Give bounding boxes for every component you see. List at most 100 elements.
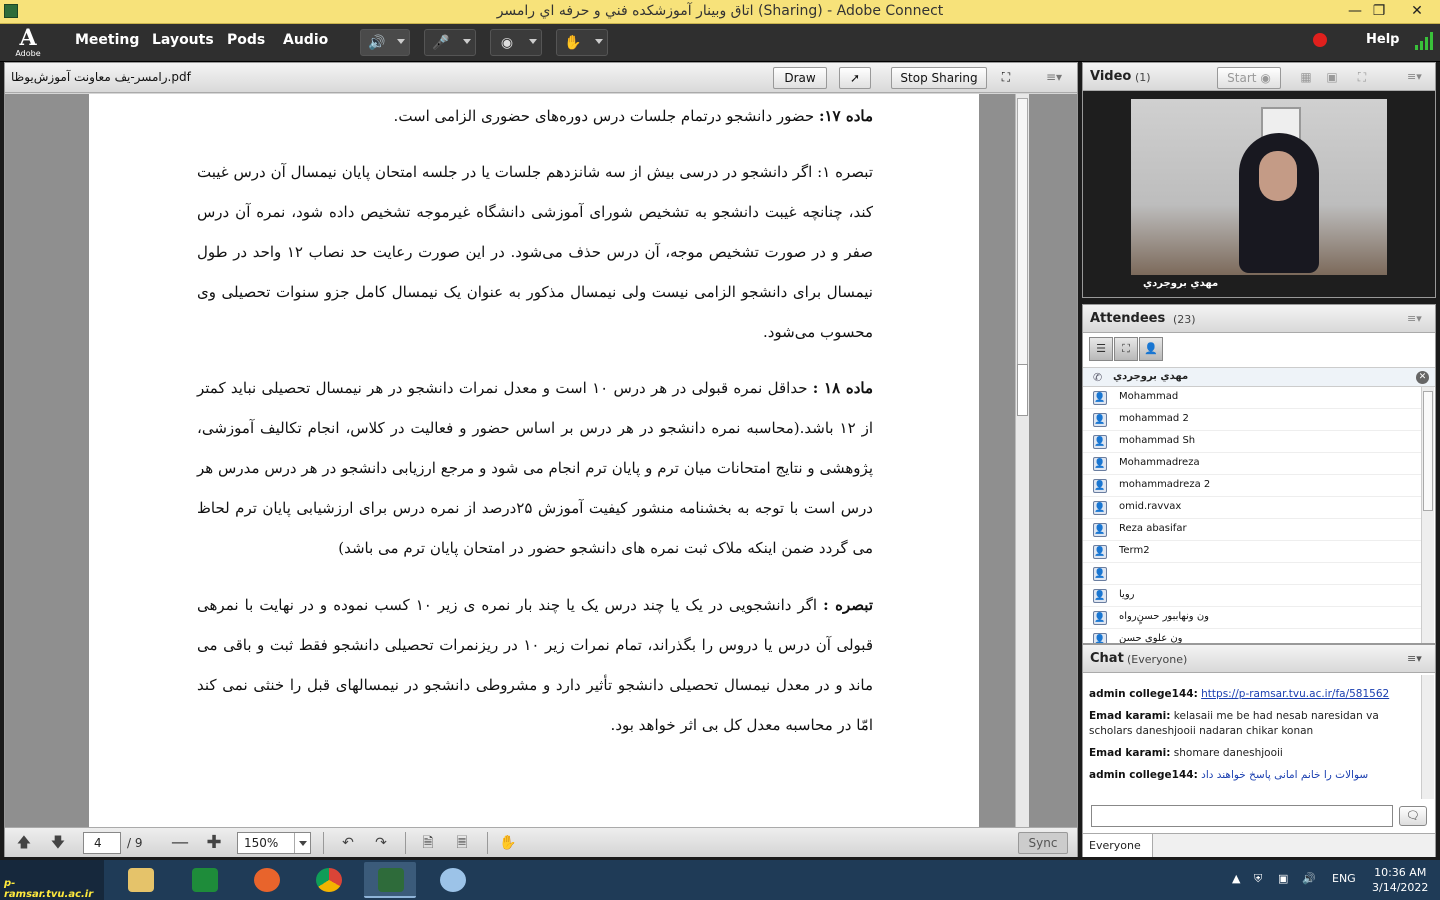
list-item[interactable]: 👤 mohammad 2 [1083, 409, 1421, 431]
list-item[interactable]: 👤 Mohammad [1083, 387, 1421, 409]
zoom-select[interactable]: 150% [237, 832, 311, 854]
start-video-button[interactable]: Start ◉ [1217, 67, 1281, 89]
menu-help[interactable]: Help [1366, 32, 1399, 47]
share-pod: رامسر-یف معاونت آموزش‌یوظا.pdf Draw ➚ St… [4, 62, 1078, 857]
chevron-down-icon[interactable] [595, 39, 603, 44]
maximize-button[interactable]: ❐ [1362, 0, 1396, 24]
hand-icon: ✋ [499, 835, 517, 851]
chat-input[interactable] [1091, 805, 1393, 827]
tray-network-icon[interactable]: ▣ [1278, 872, 1288, 885]
first-page-button[interactable]: 🡅 [15, 834, 33, 852]
user-icon: 👤 [1093, 435, 1107, 449]
tray-security-icon[interactable]: ⛨ [1254, 872, 1262, 886]
multi-page-button[interactable]: 🗏 [453, 834, 471, 852]
tray-chevron-icon[interactable]: ▲ [1232, 872, 1240, 885]
recording-indicator[interactable] [1313, 33, 1327, 47]
minus-icon: — [171, 832, 189, 853]
list-item[interactable]: 👤 Mohammadreza [1083, 453, 1421, 475]
chevron-down-icon[interactable] [529, 39, 537, 44]
hamburger-icon: ≡▾ [1045, 70, 1063, 84]
menu-layouts[interactable]: Layouts [152, 32, 214, 48]
fullscreen-button[interactable]: ⛶ [993, 67, 1019, 89]
document-viewer[interactable]: ماده ۱۷: حضور دانشجو درتمام جلسات درس دو… [5, 94, 1077, 827]
list-item[interactable]: 👤 Term2 [1083, 541, 1421, 563]
video-fullscreen-button[interactable]: ⛶ [1351, 67, 1373, 89]
role-view-icon[interactable]: 👤 [1139, 337, 1163, 361]
close-icon[interactable]: ✕ [1416, 371, 1429, 384]
zoom-in-button[interactable]: ✚ [205, 834, 223, 852]
menu-audio[interactable]: Audio [283, 32, 328, 48]
list-item[interactable]: 👤 [1083, 563, 1421, 585]
taskbar-adobe-connect[interactable] [364, 862, 416, 898]
webcam-toggle[interactable]: ◉ [490, 29, 542, 56]
toolbar-divider [323, 832, 324, 854]
attendee-list-scrollbar[interactable] [1421, 387, 1434, 643]
video-pod-title: Video [1090, 69, 1132, 84]
start-button[interactable]: p-ramsar.tvu.ac.ir [0, 860, 104, 900]
pointer-tool-button[interactable]: ➚ [839, 67, 871, 89]
fullscreen-icon: ⛶ [1357, 70, 1367, 84]
sync-button[interactable]: Sync [1018, 832, 1068, 854]
chat-messages: admin college144: https://p-ramsar.tvu.a… [1089, 687, 1419, 790]
grid-view-button[interactable]: ▦ [1295, 67, 1317, 89]
taskbar-paint[interactable] [426, 862, 478, 898]
chat-scrollbar[interactable] [1421, 675, 1434, 799]
store-icon [192, 868, 218, 892]
window-title-bar: اتاق وبينار آموزشكده فني و حرفه اي رامسر… [0, 0, 1440, 24]
list-item[interactable]: 👤 ون علوی حسن [1083, 629, 1421, 643]
undo-button[interactable]: ↶ [339, 834, 357, 852]
hand-tool-button[interactable]: ✋ [499, 834, 517, 852]
pod-options-menu[interactable]: ≡▾ [1407, 653, 1422, 665]
tray-volume-icon[interactable]: 🔊 [1302, 872, 1316, 885]
single-view-button[interactable]: ▣ [1321, 67, 1343, 89]
active-speaker-row[interactable]: ✆ مهدي بروجردي ✕ [1083, 367, 1435, 387]
expand-view-icon[interactable]: ⛶ [1114, 337, 1138, 361]
video-pod-header: Video (1) Start ◉ ▦ ▣ ⛶ ≡▾ [1083, 63, 1435, 91]
chat-recipient-tab[interactable]: Everyone [1083, 834, 1153, 857]
next-page-button[interactable]: 🡇 [49, 834, 67, 852]
list-item[interactable]: 👤 Reza abasifar [1083, 519, 1421, 541]
draw-button[interactable]: Draw [773, 67, 827, 89]
hand-icon: ✋ [564, 35, 582, 51]
scrollbar-thumb[interactable] [1017, 364, 1028, 416]
tray-clock[interactable]: 10:36 AM 3/14/2022 [1372, 865, 1428, 895]
tray-language[interactable]: ENG [1332, 872, 1356, 885]
speaker-toggle[interactable]: 🔊 [360, 29, 410, 56]
list-view-icon[interactable]: ☰ [1089, 337, 1113, 361]
pod-options-menu[interactable]: ≡▾ [1407, 71, 1422, 83]
chat-send-button[interactable]: 🗨 [1399, 806, 1427, 826]
redo-icon: ↷ [375, 835, 387, 851]
menu-meeting[interactable]: Meeting [75, 32, 139, 48]
chevron-down-icon[interactable] [397, 39, 405, 44]
taskbar-chrome[interactable] [302, 862, 354, 898]
close-window-button[interactable]: ✕ [1400, 0, 1434, 24]
chat-link[interactable]: https://p-ramsar.tvu.ac.ir/fa/581562 [1201, 688, 1389, 700]
list-item[interactable]: 👤 ون ونهاببور حسنٍ‌رواه [1083, 607, 1421, 629]
list-item[interactable]: 👤 mohammadreza 2 [1083, 475, 1421, 497]
taskbar-firefox[interactable] [240, 862, 292, 898]
raise-hand-toggle[interactable]: ✋ [556, 29, 608, 56]
taskbar-file-explorer[interactable] [114, 862, 166, 898]
redo-button[interactable]: ↷ [372, 834, 390, 852]
list-item[interactable]: 👤 رویا [1083, 585, 1421, 607]
pod-options-menu[interactable]: ≡▾ [1043, 67, 1065, 89]
chat-pod: Chat (Everyone) ≡▾ admin college144: htt… [1082, 644, 1436, 857]
window-title: اتاق وبينار آموزشكده فني و حرفه اي رامسر… [496, 3, 944, 19]
active-speaker-name: مهدي بروجردي [1113, 371, 1189, 382]
scrollbar-thumb[interactable] [1423, 391, 1433, 511]
zoom-out-button[interactable]: — [171, 834, 189, 852]
list-item[interactable]: 👤 omid.ravvax [1083, 497, 1421, 519]
menu-pods[interactable]: Pods [227, 32, 265, 48]
chevron-down-icon[interactable] [463, 39, 471, 44]
microphone-toggle[interactable]: 🎤 [424, 29, 476, 56]
stop-sharing-button[interactable]: Stop Sharing [891, 67, 987, 89]
list-item[interactable]: 👤 mohammad Sh [1083, 431, 1421, 453]
page-number-input[interactable]: 4 [83, 832, 121, 854]
video-feed[interactable] [1131, 99, 1387, 275]
single-page-button[interactable]: 🗎 [419, 834, 437, 852]
document-icon: 🗎 [422, 835, 434, 851]
pod-options-menu[interactable]: ≡▾ [1407, 313, 1422, 325]
document-scrollbar[interactable] [1015, 94, 1029, 827]
taskbar-store[interactable] [178, 862, 230, 898]
attendee-list[interactable]: 👤 Mohammad 👤 mohammad 2 👤 mohammad Sh 👤 Moha… [1083, 387, 1421, 643]
